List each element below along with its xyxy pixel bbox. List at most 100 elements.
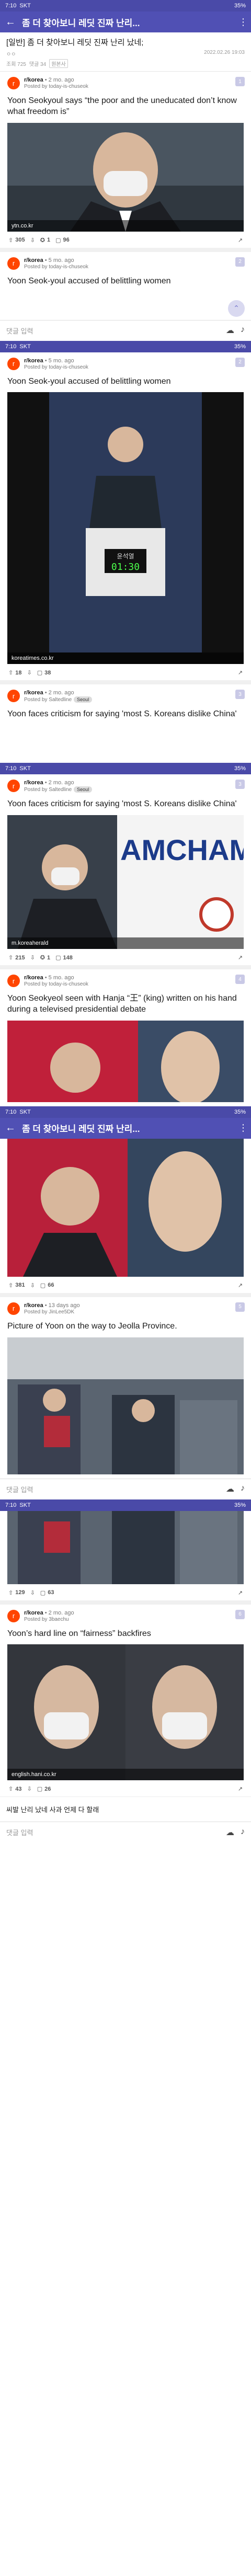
share-icon[interactable]: ↗ <box>238 1785 243 1792</box>
rank-badge: 3 <box>235 780 245 789</box>
share-icon[interactable]: ↗ <box>238 237 243 244</box>
card-actions: ⇧ 381 ⇩ ▢ 66 ↗ <box>7 1282 244 1289</box>
comment-input[interactable]: 댓글 입력 <box>6 326 226 336</box>
comments-button[interactable]: ▢ 148 <box>55 954 73 961</box>
svg-text:윤석열: 윤석열 <box>117 553 134 560</box>
link-domain[interactable]: koreatimes.co.kr <box>7 652 244 665</box>
divider <box>0 1292 251 1297</box>
comment-input-bar[interactable]: 댓글 입력 ☁ ♪ <box>0 1822 251 1843</box>
reddit-card[interactable]: 6 r r/korea • 2 mo. ago Posted by 3baech… <box>0 1605 251 1797</box>
cloud-icon[interactable]: ☁ <box>226 1827 234 1838</box>
downvote-button[interactable]: ⇩ <box>27 669 31 676</box>
card-actions: ⇧ 43 ⇩ ▢ 26 ↗ <box>7 1785 244 1793</box>
share-icon[interactable]: ↗ <box>238 669 243 676</box>
card-image: ytn.co.kr <box>7 122 244 232</box>
award-button[interactable]: ✪ 1 <box>40 237 50 244</box>
share-icon[interactable]: ↗ <box>238 1282 243 1289</box>
subreddit-avatar-icon: r <box>7 257 20 270</box>
reddit-card[interactable]: 1 r r/korea • 2 mo. ago Posted by today-… <box>0 72 251 248</box>
upvote-button[interactable]: ⇧ 129 <box>8 1589 25 1596</box>
post-author[interactable]: ㅇㅇ <box>6 50 16 58</box>
reddit-card[interactable]: 3 r r/korea • 2 mo. ago Posted by Salted… <box>0 684 251 763</box>
reddit-card[interactable]: 2 r r/korea • 5 mo. ago Posted by today-… <box>0 252 251 320</box>
rank-badge: 1 <box>235 77 245 86</box>
status-bar: 7:10 SKT 35% <box>0 340 251 352</box>
status-bar: 7:10 SKT 35% <box>0 1499 251 1511</box>
comments-button[interactable]: ▢ 63 <box>40 1589 54 1596</box>
upvote-button[interactable]: ⇧ 381 <box>8 1282 25 1289</box>
more-menu-icon[interactable]: ⋮ <box>238 1123 248 1134</box>
downvote-button[interactable]: ⇩ <box>30 237 35 244</box>
microphone-icon[interactable]: ♪ <box>241 325 245 336</box>
posted-by: Posted by today-is-chuseok <box>24 84 88 89</box>
posted-by: Posted by today-is-chuseok <box>24 364 88 370</box>
post-age: • 5 mo. ago <box>44 357 74 364</box>
post-age: • 2 mo. ago <box>44 780 74 786</box>
subreddit-avatar-icon: r <box>7 357 20 370</box>
downvote-button[interactable]: ⇩ <box>30 1282 35 1289</box>
card-image: AMCHAM m.koreaherald <box>7 815 244 949</box>
award-button[interactable]: ✪ 1 <box>40 954 50 961</box>
downvote-button[interactable]: ⇩ <box>27 1785 31 1792</box>
upvote-button[interactable]: ⇧ 43 <box>8 1785 21 1793</box>
card-actions: ⇧ 18 ⇩ ▢ 38 ↗ <box>7 669 244 677</box>
post-closing-text: 씨발 난리 났네 사과 언제 다 할래 <box>0 1796 251 1822</box>
share-icon[interactable]: ↗ <box>238 1589 243 1596</box>
comment-count[interactable]: 댓글 34 <box>29 60 46 67</box>
comment-input-bar[interactable]: 댓글 입력 ☁ ♪ <box>0 319 251 341</box>
microphone-icon[interactable]: ♪ <box>241 1827 245 1838</box>
post-date: 2022.02.26 19:03 <box>204 50 245 55</box>
comment-input-bar[interactable]: 댓글 입력 ☁ ♪ <box>0 1478 251 1499</box>
link-domain[interactable]: ytn.co.kr <box>7 220 244 232</box>
battery-label: 35% <box>234 1108 246 1115</box>
rank-badge: 2 <box>235 257 245 267</box>
cloud-icon[interactable]: ☁ <box>226 1484 234 1494</box>
back-arrow-icon[interactable]: ← <box>5 1122 17 1134</box>
rank-badge: 5 <box>235 1302 245 1312</box>
status-bar: 7:10 SKT 35% <box>0 0 251 12</box>
upvote-button[interactable]: ⇧ 215 <box>8 954 25 961</box>
battery-label: 35% <box>234 343 246 350</box>
reddit-card[interactable]: 5 r r/korea • 13 days ago Posted by JinL… <box>0 1297 251 1479</box>
reddit-card[interactable]: ⇧ 129 ⇩ ▢ 63 ↗ <box>0 1510 251 1600</box>
back-arrow-icon[interactable]: ← <box>5 16 17 28</box>
link-domain[interactable]: m.koreaherald <box>7 937 244 949</box>
downvote-button[interactable]: ⇩ <box>30 954 35 961</box>
divider <box>0 680 251 685</box>
rank-badge: 2 <box>235 357 245 367</box>
posted-by: Posted by Saltedline <box>24 786 72 793</box>
divider <box>0 247 251 252</box>
posted-by: Posted by JinLee5DK <box>24 1309 75 1315</box>
clock: 7:10 <box>5 1502 17 1508</box>
downvote-button[interactable]: ⇩ <box>30 1589 35 1596</box>
comment-input[interactable]: 댓글 입력 <box>6 1827 226 1837</box>
upvote-button[interactable]: ⇧ 18 <box>8 669 21 677</box>
cloud-icon[interactable]: ☁ <box>226 325 234 336</box>
reddit-card[interactable]: 2 r r/korea • 5 mo. ago Posted by today-… <box>0 352 251 681</box>
clock: 7:10 <box>5 765 17 772</box>
divider <box>0 965 251 970</box>
app-title-bar: ← 좀 더 찾아보니 레딧 진짜 난리... ⋮ <box>0 12 251 32</box>
comment-input[interactable]: 댓글 입력 <box>6 1484 226 1494</box>
comments-button[interactable]: ▢ 66 <box>40 1282 54 1289</box>
comments-button[interactable]: ▢ 38 <box>37 669 51 677</box>
carrier: SKT <box>19 1108 31 1115</box>
post-tag[interactable]: 원본사 <box>49 59 68 68</box>
reddit-card[interactable]: 3 r r/korea • 2 mo. ago Posted by Salted… <box>0 774 251 965</box>
scroll-up-button[interactable]: ⌃ <box>228 300 245 317</box>
comments-button[interactable]: ▢ 96 <box>55 237 70 244</box>
reddit-card[interactable]: 4 r r/korea • 5 mo. ago Posted by today-… <box>0 969 251 1106</box>
card-headline: Yoon’s hard line on “fairness” backfires <box>7 1629 151 1638</box>
microphone-icon[interactable]: ♪ <box>241 1484 245 1494</box>
link-domain[interactable]: english.hani.co.kr <box>7 1769 244 1781</box>
comments-button[interactable]: ▢ 26 <box>37 1785 51 1793</box>
post-age: • 2 mo. ago <box>44 77 74 83</box>
screen-4: 7:10 SKT 35% ← 좀 더 찾아보니 레딧 진짜 난리... ⋮ ⇧ 3… <box>0 1106 251 1499</box>
share-icon[interactable]: ↗ <box>238 954 243 961</box>
more-menu-icon[interactable]: ⋮ <box>238 17 248 28</box>
reddit-card[interactable]: ⇧ 381 ⇩ ▢ 66 ↗ <box>0 1138 251 1293</box>
subreddit-avatar-icon: r <box>7 77 20 89</box>
upvote-button[interactable]: ⇧ 305 <box>8 237 25 244</box>
subreddit-avatar-icon: r <box>7 690 20 703</box>
card-image <box>7 1510 244 1584</box>
